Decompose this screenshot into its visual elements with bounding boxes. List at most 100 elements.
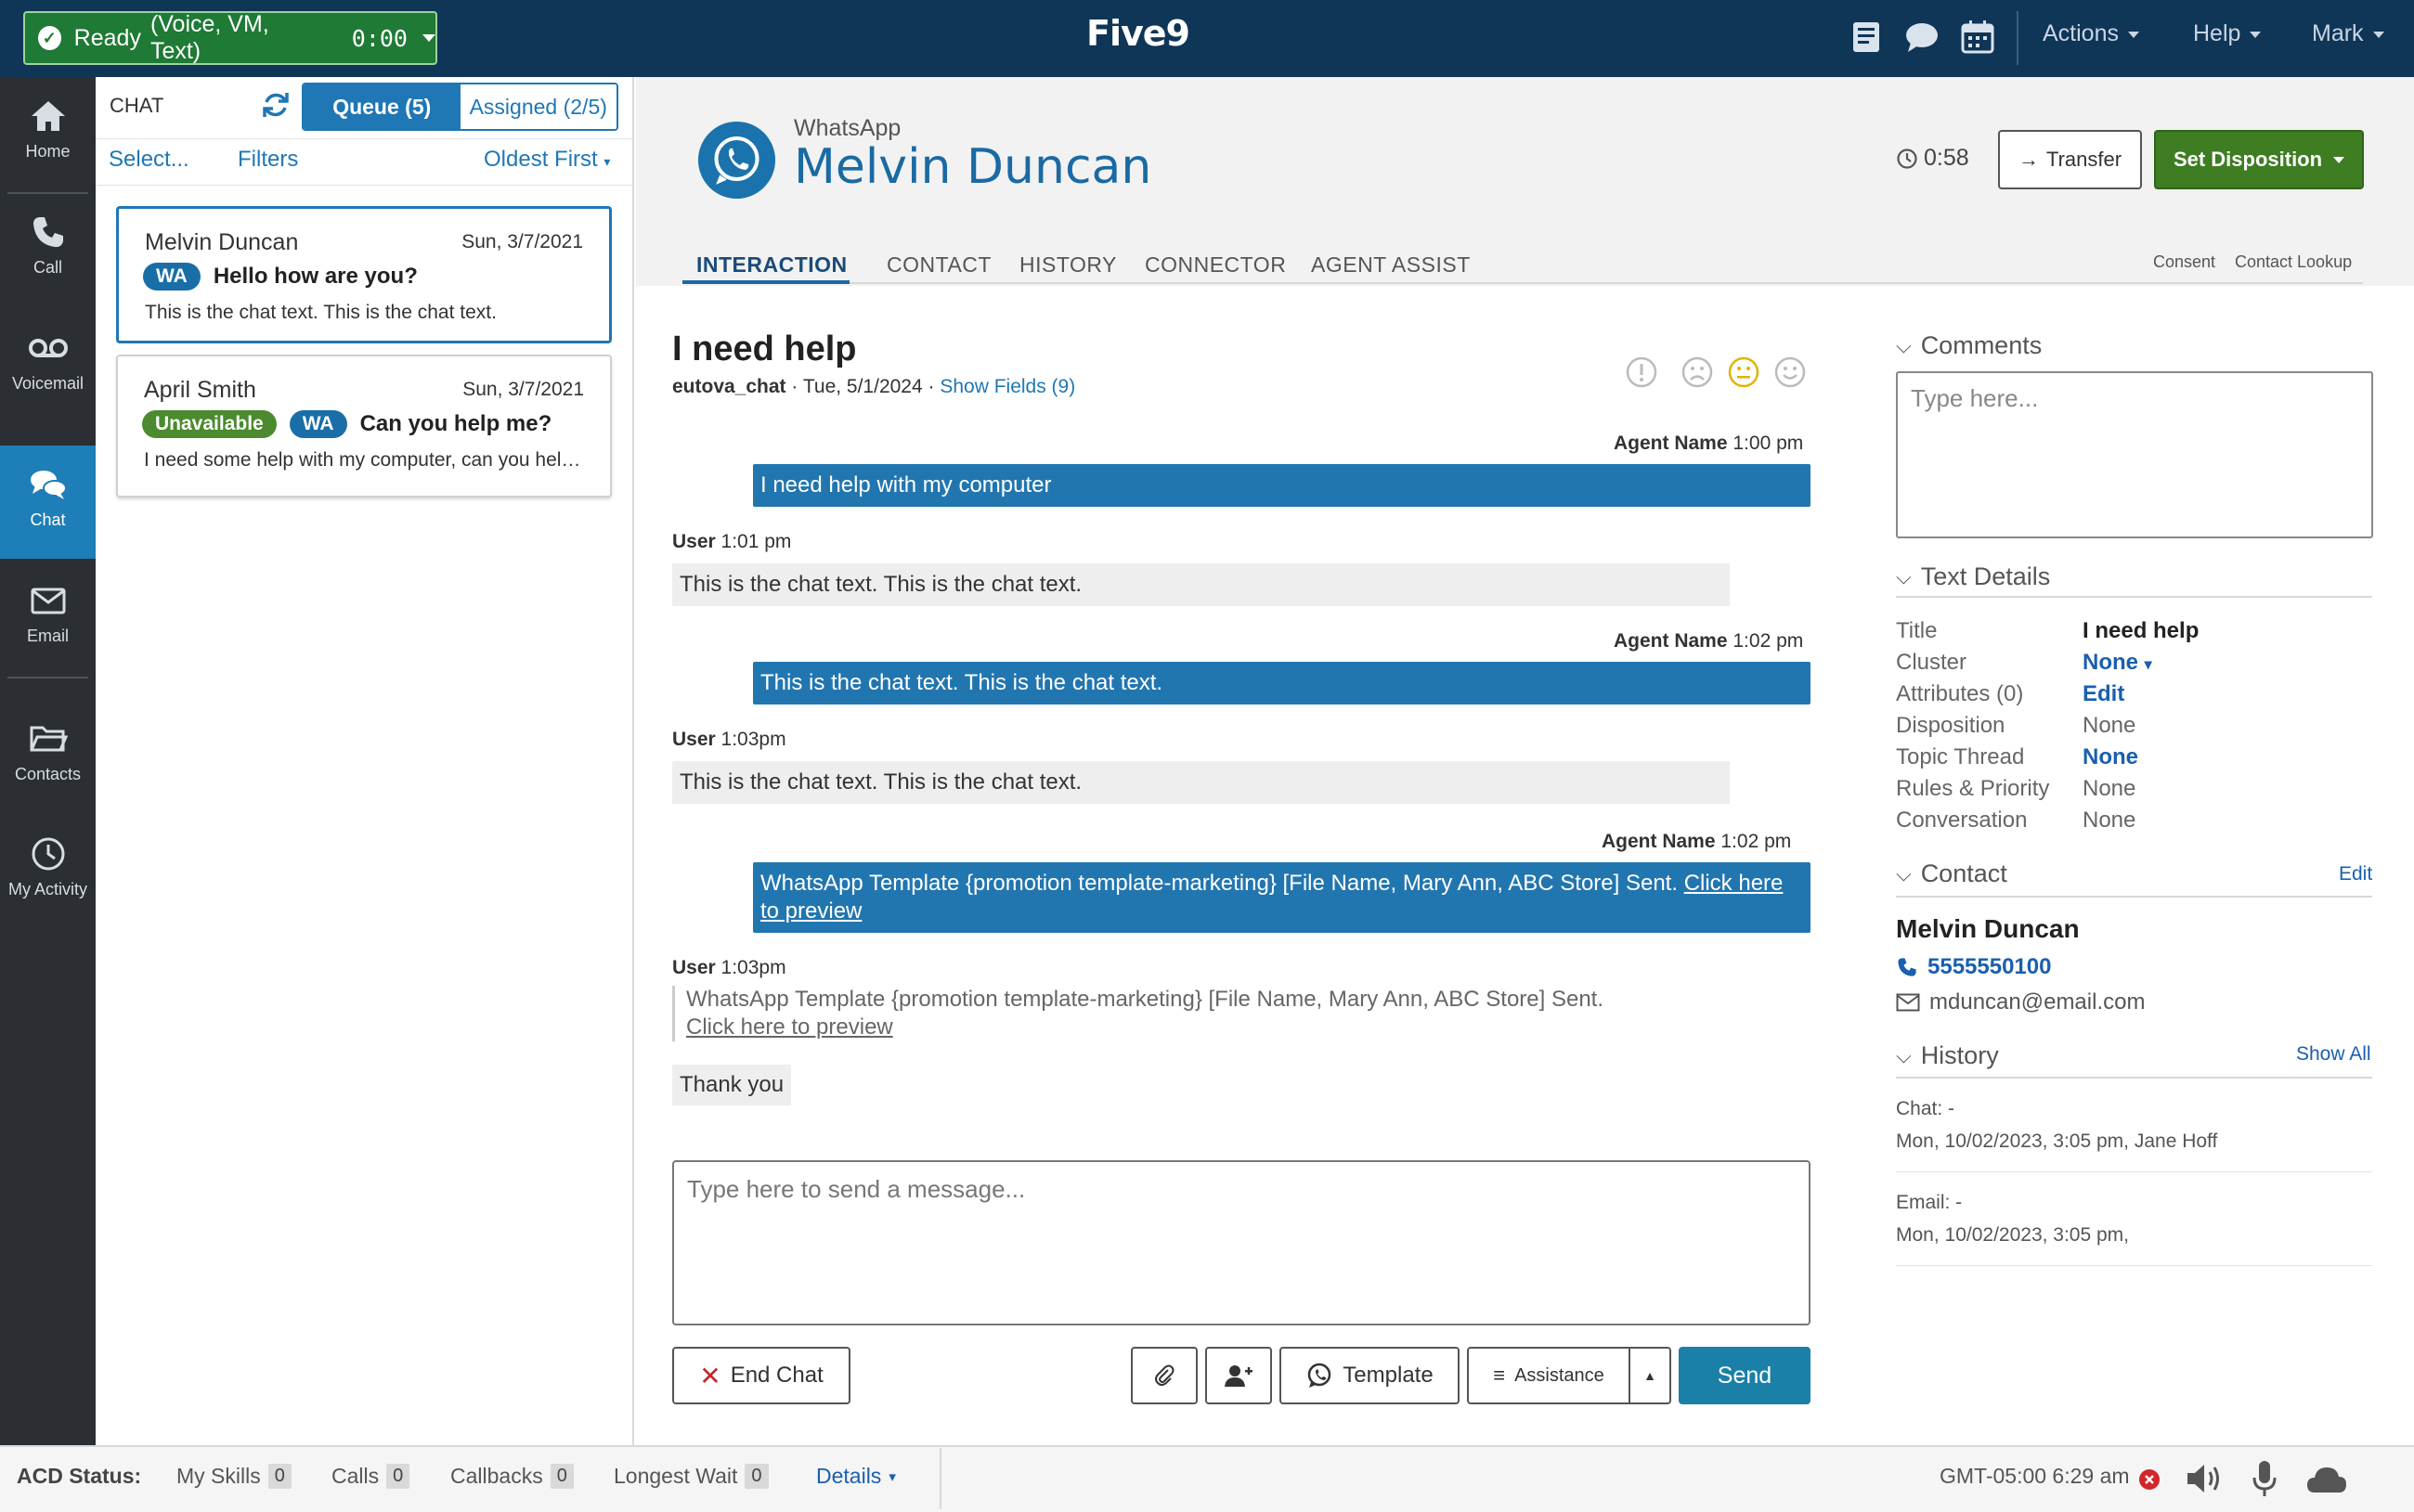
happy-icon[interactable] bbox=[1773, 355, 1807, 389]
microphone-icon[interactable] bbox=[2251, 1459, 2278, 1498]
conversation-meta: eutova_chat · Tue, 5/1/2024 · Show Field… bbox=[672, 376, 1076, 397]
tab-interaction[interactable]: INTERACTION bbox=[696, 252, 848, 278]
tab-contact[interactable]: CONTACT bbox=[887, 252, 992, 278]
detail-value-conversation: None bbox=[2083, 808, 2136, 833]
my-skills[interactable]: My Skills 0 bbox=[176, 1464, 292, 1489]
history-item-type: Chat: - bbox=[1896, 1098, 1955, 1119]
cloud-icon[interactable] bbox=[2305, 1463, 2348, 1494]
longest-wait[interactable]: Longest Wait 0 bbox=[614, 1464, 769, 1489]
user-menu[interactable]: Mark bbox=[2312, 20, 2384, 47]
nav-call[interactable]: Call bbox=[0, 193, 96, 306]
refresh-icon[interactable] bbox=[260, 89, 292, 121]
calendar-icon[interactable] bbox=[1959, 19, 1996, 56]
select-link[interactable]: Select... bbox=[109, 147, 189, 173]
message-sender: User 1:03pm bbox=[672, 957, 786, 978]
whatsapp-badge: WA bbox=[143, 263, 201, 291]
unavailable-badge: Unavailable bbox=[142, 410, 277, 438]
topic-thread-link[interactable]: None bbox=[2083, 744, 2138, 770]
logo: Five9 bbox=[1086, 13, 1190, 54]
chat-card-april[interactable]: April Smith Sun, 3/7/2021 Unavailable WA… bbox=[116, 355, 612, 498]
nav-email[interactable]: Email bbox=[0, 562, 96, 675]
status-timer: 0:00 bbox=[351, 24, 408, 52]
section-divider bbox=[1896, 596, 2372, 598]
tab-agent-assist[interactable]: AGENT ASSIST bbox=[1311, 252, 1471, 278]
assistance-button[interactable]: ≡ Assistance bbox=[1467, 1347, 1630, 1404]
template-button[interactable]: Template bbox=[1279, 1347, 1460, 1404]
detail-label-disposition: Disposition bbox=[1896, 713, 2005, 738]
add-participant-button[interactable] bbox=[1205, 1347, 1272, 1404]
contact-phone[interactable]: 5555550100 bbox=[1896, 954, 2051, 980]
chevron-down-icon bbox=[2250, 31, 2262, 38]
tab-history[interactable]: HISTORY bbox=[1019, 252, 1117, 278]
comments-input[interactable] bbox=[1896, 371, 2373, 538]
message-input[interactable] bbox=[672, 1160, 1810, 1325]
list-icon: ≡ bbox=[1493, 1363, 1506, 1387]
book-icon[interactable] bbox=[1848, 19, 1885, 56]
toolbar-divider bbox=[2017, 11, 2018, 65]
calls-count[interactable]: Calls 0 bbox=[331, 1464, 410, 1489]
comments-section-header[interactable]: ⌵ Comments bbox=[1896, 331, 2042, 360]
history-divider bbox=[1896, 1265, 2372, 1266]
history-section-header[interactable]: ⌵ History bbox=[1896, 1041, 1999, 1070]
attributes-edit-link[interactable]: Edit bbox=[2083, 681, 2124, 707]
help-menu[interactable]: Help bbox=[2193, 20, 2262, 47]
agent-status-dropdown[interactable]: ✓ Ready (Voice, VM, Text) 0:00 bbox=[23, 11, 437, 65]
end-chat-button[interactable]: ✕ End Chat bbox=[672, 1347, 850, 1404]
nav-contacts[interactable]: Contacts bbox=[0, 700, 96, 813]
tab-divider bbox=[682, 282, 2363, 284]
text-details-section-header[interactable]: ⌵ Text Details bbox=[1896, 562, 2050, 591]
alert-icon[interactable] bbox=[1625, 355, 1658, 389]
consent-link[interactable]: Consent bbox=[2153, 252, 2215, 272]
tab-queue[interactable]: Queue (5) bbox=[304, 84, 461, 129]
set-disposition-button[interactable]: Set Disposition bbox=[2154, 130, 2364, 189]
filters-link[interactable]: Filters bbox=[238, 147, 298, 173]
tab-assigned[interactable]: Assigned (2/5) bbox=[460, 84, 616, 129]
detail-label-topic-thread: Topic Thread bbox=[1896, 744, 2025, 769]
paperclip-icon bbox=[1155, 1364, 1175, 1386]
contact-lookup-link[interactable]: Contact Lookup bbox=[2235, 252, 2352, 272]
details-dropdown[interactable]: Details ▾ bbox=[816, 1464, 896, 1489]
phone-icon bbox=[32, 217, 63, 248]
chat-card-melvin[interactable]: Melvin Duncan Sun, 3/7/2021 WA Hello how… bbox=[116, 206, 612, 343]
detail-label-attributes: Attributes (0) bbox=[1896, 681, 2024, 706]
nav-home[interactable]: Home bbox=[0, 77, 96, 190]
chevron-down-icon: ⌵ bbox=[1896, 564, 1912, 588]
detail-label-conversation: Conversation bbox=[1896, 808, 2028, 833]
callbacks-count[interactable]: Callbacks 0 bbox=[450, 1464, 574, 1489]
chevron-down-icon: ⌵ bbox=[1896, 861, 1912, 885]
chevron-down-icon bbox=[422, 34, 435, 42]
attach-button[interactable] bbox=[1131, 1347, 1198, 1404]
neutral-icon[interactable] bbox=[1727, 355, 1760, 389]
preview-link[interactable]: Click here to preview bbox=[686, 1014, 893, 1040]
contact-detail-name: Melvin Duncan bbox=[1896, 914, 2080, 943]
contact-email[interactable]: mduncan@email.com bbox=[1896, 989, 2145, 1015]
assistance-dropdown[interactable]: ▲ bbox=[1629, 1347, 1671, 1404]
chat-bubble-icon[interactable] bbox=[1903, 19, 1940, 56]
sad-icon[interactable] bbox=[1681, 355, 1714, 389]
sort-dropdown[interactable]: Oldest First ▾ bbox=[484, 147, 610, 173]
status-label: Ready bbox=[73, 24, 141, 51]
speaker-icon[interactable] bbox=[2185, 1461, 2224, 1496]
contact-section-header[interactable]: ⌵ Contact bbox=[1896, 859, 2007, 888]
cluster-dropdown[interactable]: None ▾ bbox=[2083, 650, 2152, 676]
history-item-detail: Mon, 10/02/2023, 3:05 pm, bbox=[1896, 1224, 2130, 1246]
show-fields-link[interactable]: Show Fields (9) bbox=[940, 376, 1075, 397]
transfer-button[interactable]: → Transfer bbox=[1998, 130, 2142, 189]
detail-value-rules-priority: None bbox=[2083, 776, 2136, 801]
card-summary: WA Hello how are you? bbox=[143, 263, 418, 291]
acd-status-label: ACD Status: bbox=[17, 1464, 142, 1488]
nav-chat[interactable]: Chat bbox=[0, 446, 96, 559]
actions-menu[interactable]: Actions bbox=[2043, 20, 2139, 47]
history-show-all-link[interactable]: Show All bbox=[2296, 1043, 2371, 1066]
interaction-timer: 0:58 bbox=[1896, 145, 1969, 172]
send-button[interactable]: Send bbox=[1679, 1347, 1810, 1404]
tab-connector[interactable]: CONNECTOR bbox=[1145, 252, 1286, 278]
status-channels: (Voice, VM, Text) bbox=[149, 11, 269, 64]
nav-voicemail[interactable]: Voicemail bbox=[0, 309, 96, 422]
chat-icon bbox=[30, 471, 67, 499]
card-message: Can you help me? bbox=[359, 411, 552, 436]
nav-my-activity[interactable]: My Activity bbox=[0, 815, 96, 928]
home-icon bbox=[31, 101, 65, 131]
clock-icon bbox=[32, 837, 64, 871]
contact-edit-link[interactable]: Edit bbox=[2339, 863, 2372, 885]
